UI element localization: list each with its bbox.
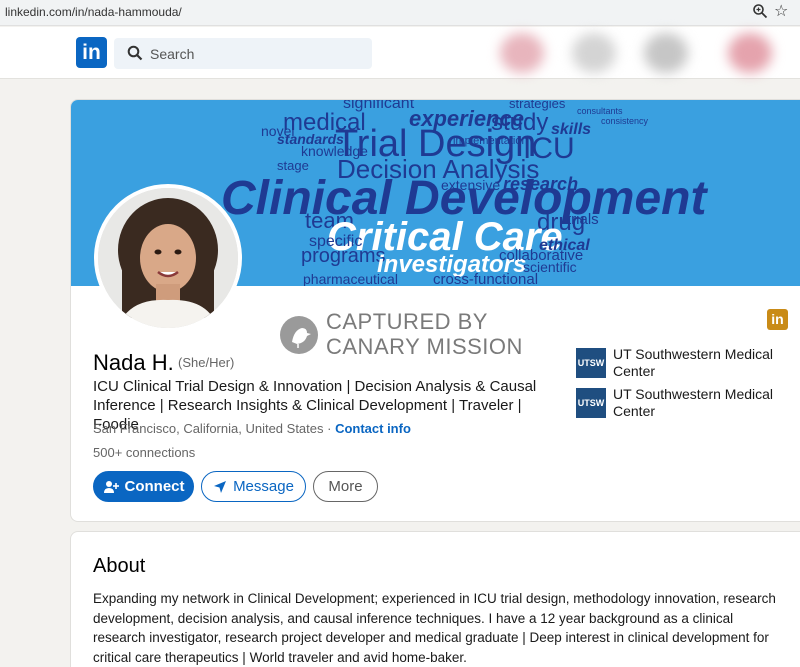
blurred-nav-item[interactable] <box>644 33 688 73</box>
blurred-nav-item[interactable] <box>572 33 616 73</box>
about-title: About <box>93 555 146 577</box>
blurred-nav-item[interactable] <box>500 33 544 73</box>
banner-word: consistency <box>601 116 649 126</box>
search-box[interactable] <box>114 38 372 69</box>
organization-item[interactable]: UTSW UT Southwestern Medical Center <box>576 386 786 420</box>
location-separator: · <box>323 421 336 436</box>
add-user-icon <box>103 480 119 493</box>
message-button[interactable]: Message <box>201 471 306 502</box>
bookmark-star-icon[interactable]: ☆ <box>774 1 788 20</box>
connect-button[interactable]: Connect <box>93 471 194 502</box>
more-button-label: More <box>328 478 363 495</box>
org-logo: UTSW <box>576 348 606 378</box>
org-logo: UTSW <box>576 388 606 418</box>
search-icon <box>127 45 143 61</box>
profile-avatar[interactable] <box>94 184 242 332</box>
about-text: Expanding my network in Clinical Develop… <box>93 591 776 665</box>
org-name: UT Southwestern Medical Center <box>613 386 774 419</box>
org-name: UT Southwestern Medical Center <box>613 346 774 379</box>
about-section: About Expanding my network in Clinical D… <box>70 531 800 667</box>
profile-location: San Francisco, California, United States… <box>93 421 411 436</box>
banner-word: cross-functional <box>433 271 538 286</box>
banner-word: skills <box>551 121 591 138</box>
profile-pronouns: (She/Her) <box>178 355 235 370</box>
send-icon <box>214 480 227 493</box>
linkedin-badge-icon[interactable]: in <box>767 309 788 330</box>
linkedin-logo[interactable]: in <box>76 37 107 68</box>
top-navigation: in <box>0 27 800 79</box>
search-input[interactable] <box>150 38 360 69</box>
connections-count: 500+ connections <box>93 445 196 460</box>
banner-word: implementation <box>453 135 528 147</box>
watermark-line2: CANARY MISSION <box>326 334 523 359</box>
banner-word: consultants <box>577 106 623 116</box>
canary-mission-watermark: CAPTURED BY CANARY MISSION <box>280 309 540 363</box>
banner-word: novel <box>261 123 294 139</box>
organization-item[interactable]: UTSW UT Southwestern Medical Center <box>576 346 786 380</box>
banner-word: pharmaceutical <box>303 271 398 286</box>
canary-bird-icon <box>280 316 318 354</box>
profile-name: Nada H. <box>93 350 174 375</box>
banner-word: programs <box>301 245 385 267</box>
location-text: San Francisco, California, United States <box>93 421 324 436</box>
url-text[interactable]: linkedin.com/in/nada-hammouda/ <box>5 5 182 19</box>
watermark-line1: CAPTURED BY <box>326 309 488 334</box>
banner-word: stage <box>277 158 309 173</box>
more-button[interactable]: More <box>313 471 378 502</box>
watermark-text: CAPTURED BY CANARY MISSION <box>326 309 523 359</box>
contact-info-link[interactable]: Contact info <box>335 421 411 436</box>
message-button-label: Message <box>233 478 294 495</box>
banner-word: trials <box>567 211 599 228</box>
blurred-nav-item[interactable] <box>728 33 772 73</box>
connect-button-label: Connect <box>124 478 185 495</box>
browser-address-bar[interactable]: linkedin.com/in/nada-hammouda/ ☆ <box>0 0 800 26</box>
zoom-icon[interactable] <box>752 3 768 19</box>
